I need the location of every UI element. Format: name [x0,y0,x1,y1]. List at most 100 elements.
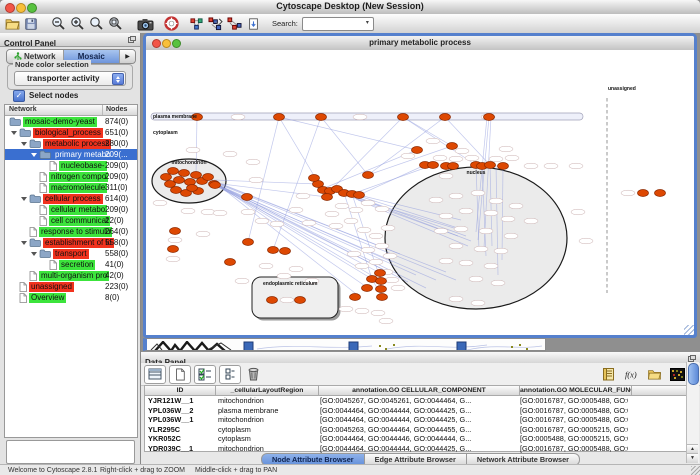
column-header[interactable] [632,386,687,396]
graph-node[interactable] [362,285,373,292]
graph-node[interactable] [161,174,172,181]
node-color-dropdown[interactable]: transporter activity [14,71,126,86]
select-attributes-icon[interactable] [194,365,216,384]
graph-node[interactable] [295,297,306,304]
float-panel-icon[interactable] [128,36,136,43]
graph-node[interactable] [170,228,181,235]
tree-row[interactable]: metabolic process280(0) [5,138,137,149]
vizmapper-icon[interactable] [188,15,205,32]
graph-node[interactable] [309,175,320,182]
graph-node[interactable] [322,194,333,201]
table-row[interactable]: YDR039C__1mitochondrion[GO:0044464, GO:0… [145,444,694,454]
import-table-icon[interactable] [599,366,617,383]
new-attribute-icon[interactable] [169,365,191,384]
search-dropdown-arrow[interactable]: ▾ [363,19,372,28]
graph-node[interactable] [485,162,496,169]
tree-row[interactable]: response to stimulu264(0) [5,226,137,237]
graph-node[interactable] [280,248,291,255]
tree-row[interactable]: establishment of lo558(0) [5,237,137,248]
graph-node[interactable] [350,294,361,301]
graph-node[interactable] [363,172,374,179]
open-folder-icon[interactable] [4,15,21,32]
graph-node[interactable] [376,278,387,285]
graph-node[interactable] [655,190,666,197]
graph-node[interactable] [638,190,649,197]
tree-row[interactable]: mosaic-demo-yeast874(0) [5,116,137,127]
attribute-table-icon[interactable] [144,365,166,384]
table-row[interactable]: YPL036W__1mitochondrion[GO:0044464, GO:0… [145,415,694,425]
graph-node[interactable] [268,247,279,254]
graph-node[interactable] [448,163,459,170]
zoom-fit-icon[interactable] [88,15,105,32]
tree-row[interactable]: cellular metabo209(0) [5,204,137,215]
graph-node[interactable] [168,246,179,253]
table-scrollbar[interactable]: ▲ ▼ [686,362,699,463]
tree-row[interactable]: multi-organism pro42(0) [5,270,137,281]
camera-icon[interactable] [137,15,154,32]
graph-node[interactable] [165,181,176,188]
graph-node[interactable] [447,143,458,150]
tree-row[interactable]: cellular process614(0) [5,193,137,204]
graph-node[interactable] [243,239,254,246]
tree-header[interactable]: Network Nodes [5,105,137,116]
tree-expander-icon[interactable] [21,142,27,146]
graph-node[interactable] [168,168,179,175]
tree-row[interactable]: primary metabo209(... [5,149,137,160]
tree-row[interactable]: macromolecule311(0) [5,182,137,193]
tree-row[interactable]: biological_process651(0) [5,127,137,138]
graph-node[interactable] [267,297,278,304]
collapse-network-icon[interactable] [226,15,243,32]
network-canvas[interactable]: plasma membranecytoplasmmitochondrionnuc… [146,50,694,335]
tree-row[interactable]: nucleobase-209(0) [5,160,137,171]
column-header[interactable]: _cellularLayoutRegion [216,386,319,396]
search-options-icon[interactable] [380,15,397,32]
unselect-attributes-icon[interactable] [219,365,241,384]
save-icon[interactable] [22,15,39,32]
graph-node[interactable] [440,114,451,121]
search-input[interactable]: ▾ [302,17,374,31]
graph-node[interactable] [242,194,253,201]
graph-node[interactable] [412,147,423,154]
matrix-view-icon[interactable] [668,366,686,383]
graph-node[interactable] [398,114,409,121]
dropdown-stepper-icon[interactable] [112,73,124,85]
graph-node[interactable] [210,182,221,189]
table-row[interactable]: YJR121W__1mitochondrion[GO:0045267, GO:0… [145,396,694,406]
float-panel-icon[interactable] [688,355,696,362]
network-window-titlebar[interactable]: primary metabolic process [146,36,694,51]
tree-expander-icon[interactable] [31,252,37,256]
column-header[interactable]: annotation.GO CELLULAR_COMPONENT [319,386,520,396]
tree-row[interactable]: Overview8(0) [5,292,137,303]
zoom-selected-icon[interactable] [107,15,124,32]
tree-row[interactable]: secretion41(0) [5,259,137,270]
graph-node[interactable] [274,114,285,121]
graph-node[interactable] [428,162,439,169]
annotation-icon[interactable] [245,15,262,32]
tab-overflow-arrow[interactable]: ▶ [120,50,135,63]
tree-row[interactable]: nitrogen compo209(0) [5,171,137,182]
tree-expander-icon[interactable] [21,197,27,201]
column-header[interactable]: ID [145,386,216,396]
tree-row[interactable]: unassigned223(0) [5,281,137,292]
delete-attribute-icon[interactable] [244,365,262,382]
birdseye-view[interactable] [6,440,135,464]
tree-row[interactable]: cell communicat22(0) [5,215,137,226]
graph-node[interactable] [354,192,365,199]
scrollbar-thumb[interactable] [688,363,699,385]
table-row[interactable]: YKR052Ccytoplasm[GO:0044464, GO:0044446,… [145,434,694,444]
graph-node[interactable] [498,163,509,170]
graph-node[interactable] [377,294,388,301]
tree-expander-icon[interactable] [11,131,17,135]
zoom-in-icon[interactable] [69,15,86,32]
tree-expander-icon[interactable] [21,241,27,245]
graph-node[interactable] [225,259,236,266]
table-row[interactable]: YLR295Ccytoplasm[GO:0045263, GO:0044464,… [145,425,694,435]
frame-resize-grip[interactable] [684,325,694,335]
column-header[interactable]: annotation.GO MOLECULAR_FUNCTION [520,386,632,396]
help-ring-icon[interactable] [163,15,180,32]
graph-node[interactable] [376,286,387,293]
graph-node[interactable] [179,170,190,177]
graph-node[interactable] [316,114,327,121]
background-window-strip[interactable] [143,338,546,351]
graph-node[interactable] [203,174,214,181]
